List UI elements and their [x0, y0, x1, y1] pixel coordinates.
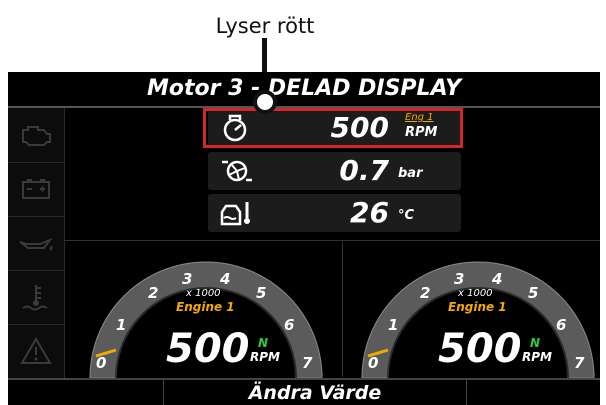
- coolant-temp-icon[interactable]: [8, 270, 64, 325]
- rpm-highlight-frame: [203, 108, 463, 148]
- callout-label: Lyser rött: [215, 14, 315, 38]
- title-bar: Motor 3 - DELAD DISPLAY: [8, 72, 600, 108]
- warning-triangle-icon[interactable]: [8, 324, 64, 378]
- gauge-tick: 2: [420, 284, 431, 302]
- change-value-button[interactable]: Ändra Värde: [163, 380, 467, 405]
- rpm-gauge-1: 0 1 2 3 4 5 6 7 x 1000 Engine 1 500 N RP…: [86, 252, 326, 378]
- gauge-tick: 7: [302, 354, 313, 372]
- gauge-value: 500: [438, 326, 522, 372]
- gauge-tick: 1: [116, 316, 127, 334]
- reading-row-temp[interactable]: 26 °C: [208, 194, 461, 232]
- battery-icon[interactable]: [8, 162, 64, 217]
- oil-pressure-icon[interactable]: [8, 216, 64, 271]
- softkey-right[interactable]: [466, 380, 600, 405]
- gauge-multiplier: x 1000: [186, 288, 221, 299]
- gauge-engine-label: Engine 1: [176, 300, 235, 314]
- gauge-tick: 5: [528, 284, 539, 302]
- gauge-tick: 0: [96, 354, 107, 372]
- gauge-unit: RPM: [250, 350, 280, 364]
- gauge-divider: [342, 242, 343, 377]
- gauge-value: 500: [166, 326, 250, 372]
- gauge-tick: 3: [454, 270, 465, 288]
- gauge-tick: 0: [368, 354, 379, 372]
- warning-sidebar: [8, 108, 65, 378]
- gauge-engine-label: Engine 1: [448, 300, 507, 314]
- gauge-tick: 4: [220, 270, 231, 288]
- change-value-label: Ändra Värde: [248, 382, 382, 404]
- gauge-multiplier: x 1000: [458, 288, 493, 299]
- boost-value: 0.7: [339, 154, 389, 187]
- gauge-tick: 3: [182, 270, 193, 288]
- reading-row-boost[interactable]: 0.7 bar: [208, 152, 461, 190]
- engine-warning-icon[interactable]: [8, 108, 64, 163]
- oil-temp-icon: [220, 202, 250, 226]
- gauge-tick: 5: [256, 284, 267, 302]
- softkey-left[interactable]: [8, 380, 164, 405]
- softkey-bar: Ändra Värde: [8, 378, 600, 405]
- temp-value: 26: [350, 196, 389, 229]
- gauge-tick: 1: [388, 316, 399, 334]
- section-divider: [64, 240, 600, 241]
- page-title: Motor 3 - DELAD DISPLAY: [146, 76, 462, 101]
- rpm-gauge-2: 0 1 2 3 4 5 6 7 x 1000 Engine 1 500 N RP…: [358, 252, 598, 378]
- gauge-unit: RPM: [522, 350, 552, 364]
- gauge-tick: 2: [148, 284, 159, 302]
- gauge-tick: 6: [556, 316, 567, 334]
- gear-indicator: N: [258, 336, 269, 350]
- gauge-tick: 7: [574, 354, 585, 372]
- gear-indicator: N: [530, 336, 541, 350]
- temp-unit: °C: [398, 208, 415, 223]
- boost-unit: bar: [398, 166, 423, 181]
- gauge-tick: 6: [284, 316, 295, 334]
- gauge-tick: 4: [492, 270, 503, 288]
- callout-marker: [253, 90, 277, 114]
- turbo-boost-icon: [222, 160, 252, 182]
- display-screen: Motor 3 - DELAD DISPLAY 500 Eng 1 RPM 0.…: [8, 72, 600, 405]
